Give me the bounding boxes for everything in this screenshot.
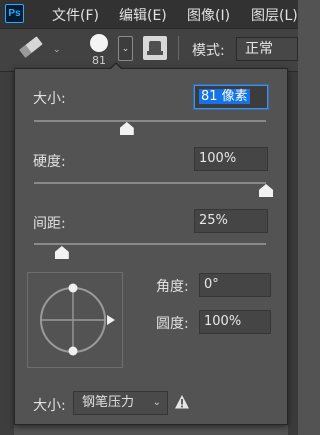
size-control-value: 钢笔压力 [82,395,135,410]
roundness-label: 圆度: [156,316,189,332]
angle-arrow-icon [107,315,115,325]
roundness-field[interactable]: 100% [199,310,271,334]
angle-label: 角度: [156,279,189,295]
roundness-handle-top [68,283,78,293]
brush-tip-angle-control[interactable] [0,0,298,435]
chevron-down-icon: ⌄ [152,397,161,408]
roundness-handle-bottom [68,346,78,356]
size-control-label: 大小: [33,398,66,414]
size-control-select[interactable]: 钢笔压力 ⌄ [73,391,168,415]
warning-icon[interactable] [174,394,190,410]
angle-field[interactable]: 0° [199,273,271,297]
